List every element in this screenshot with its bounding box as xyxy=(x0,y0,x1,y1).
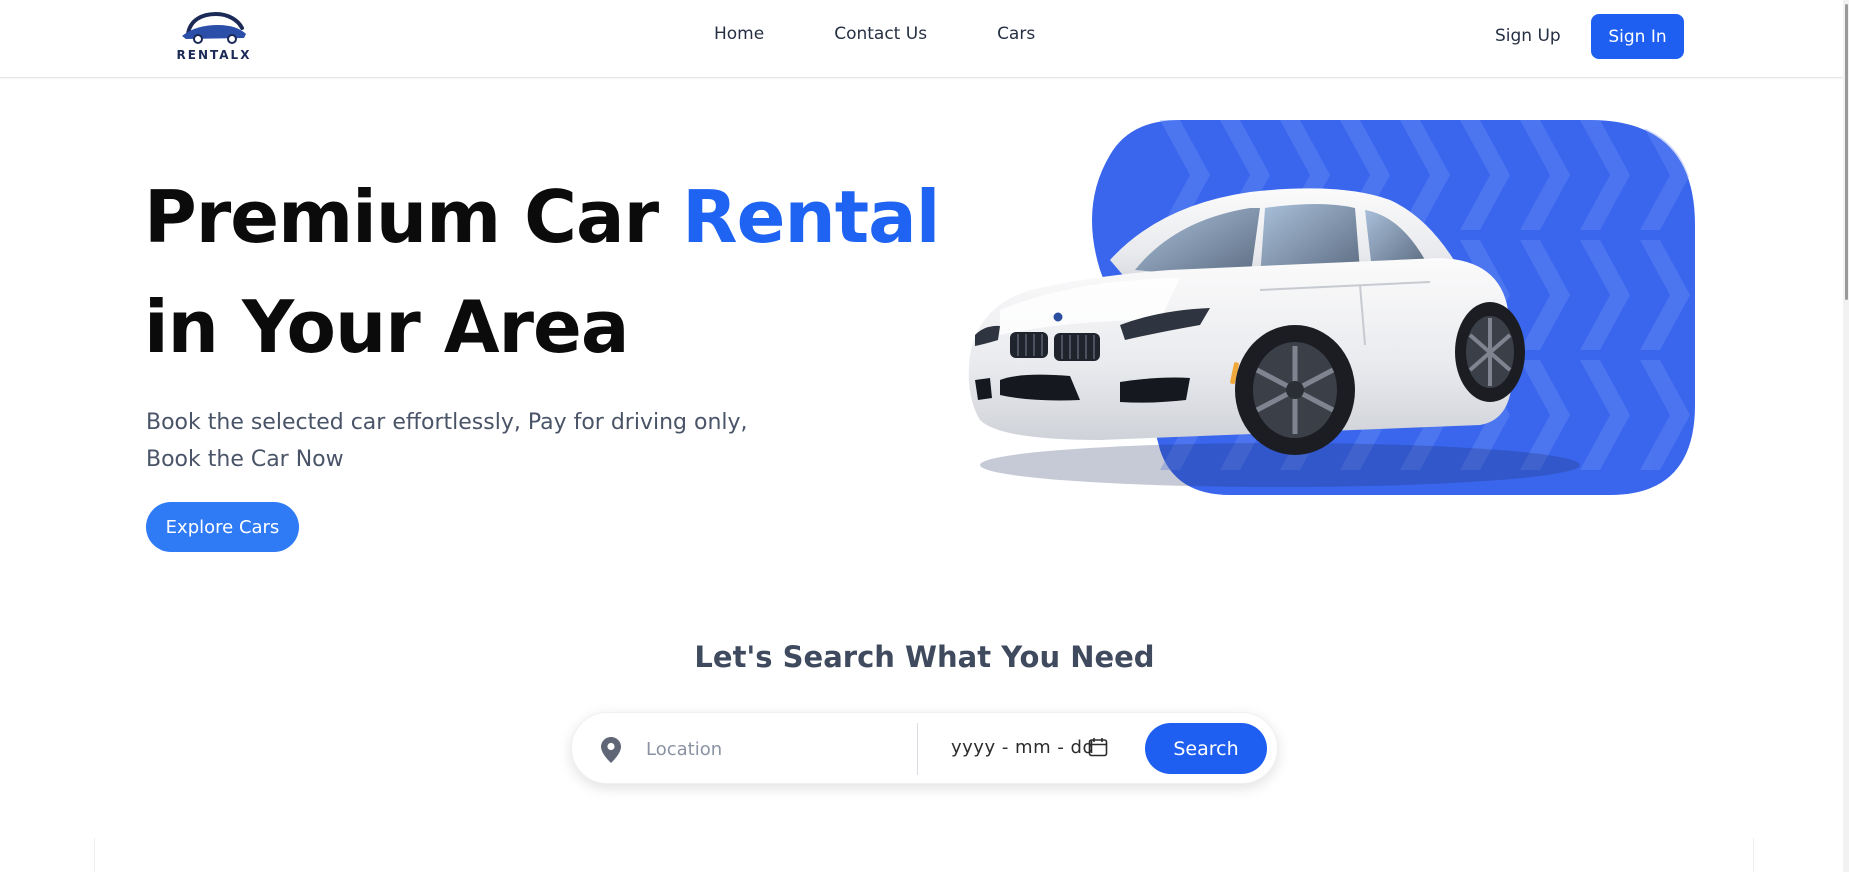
search-button[interactable]: Search xyxy=(1145,723,1267,774)
content-card-edge xyxy=(94,838,1754,872)
search-heading: Let's Search What You Need xyxy=(694,640,1155,674)
nav-contact[interactable]: Contact Us xyxy=(834,24,927,44)
sign-up-link[interactable]: Sign Up xyxy=(1495,26,1561,46)
map-pin-icon xyxy=(601,737,621,767)
hero-title-line2: in Your Area xyxy=(144,285,629,369)
hero-subtitle-line1: Book the selected car effortlessly, Pay … xyxy=(146,410,748,435)
brand-logo[interactable]: RENTALX xyxy=(174,8,254,66)
nav-home[interactable]: Home xyxy=(714,24,764,44)
hero-subtitle: Book the selected car effortlessly, Pay … xyxy=(146,404,786,478)
car-logo-icon xyxy=(182,11,246,44)
site-header: RENTALX Home Contact Us Cars Sign Up Sig… xyxy=(0,0,1849,78)
hero-title-accent: Rental xyxy=(682,175,940,259)
sign-in-button[interactable]: Sign In xyxy=(1591,14,1684,59)
date-input[interactable]: yyyy - mm - dd xyxy=(951,737,1094,758)
hero-subtitle-line2: Book the Car Now xyxy=(146,447,344,472)
search-divider xyxy=(917,723,918,775)
hero-title-part1: Premium Car xyxy=(144,175,683,259)
hero-car-image xyxy=(968,120,1695,495)
brand-name: RENTALX xyxy=(176,48,252,62)
search-bar: yyyy - mm - dd Search xyxy=(571,712,1278,784)
main-nav: Home Contact Us Cars xyxy=(714,24,1035,44)
hero-title: Premium Car Rental in Your Area xyxy=(144,162,940,382)
scrollbar-thumb[interactable] xyxy=(1845,4,1848,300)
explore-cars-button[interactable]: Explore Cars xyxy=(146,502,299,552)
calendar-icon[interactable] xyxy=(1088,737,1108,761)
location-input[interactable] xyxy=(646,733,906,765)
nav-cars[interactable]: Cars xyxy=(997,24,1035,44)
